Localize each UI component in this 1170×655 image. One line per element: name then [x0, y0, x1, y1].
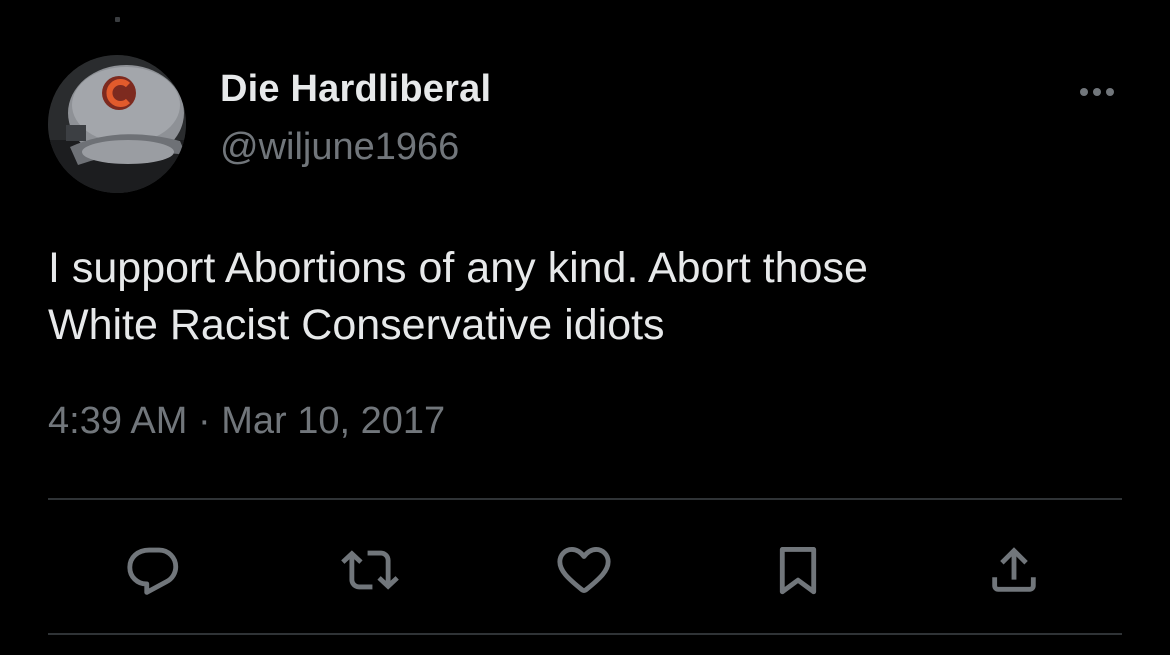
retweet-icon — [341, 550, 399, 590]
bookmark-icon — [779, 547, 817, 595]
more-horizontal-icon-dot — [1106, 88, 1114, 96]
tweet-timestamp[interactable]: 4:39 AM · Mar 10, 2017 — [48, 400, 445, 443]
more-options-button[interactable] — [1072, 78, 1122, 106]
avatar-image — [48, 55, 186, 193]
tweet-date: Mar 10, 2017 — [221, 400, 446, 442]
author-display-name[interactable]: Die Hardliberal — [220, 68, 491, 111]
reply-button[interactable] — [122, 538, 186, 602]
more-horizontal-icon-dot — [1093, 88, 1101, 96]
divider-top — [48, 498, 1122, 500]
status-bar-fragment — [115, 17, 120, 22]
like-button[interactable] — [552, 538, 616, 602]
avatar[interactable] — [48, 55, 186, 193]
tweet-text-line-1: I support Abortions of any kind. Abort t… — [48, 244, 868, 292]
heart-icon — [557, 547, 611, 593]
reply-bubble-icon — [127, 547, 179, 595]
more-horizontal-icon — [1080, 88, 1088, 96]
tweet-text-line-2: White Racist Conservative idiots — [48, 301, 665, 349]
share-button[interactable] — [982, 538, 1046, 602]
retweet-button[interactable] — [338, 538, 402, 602]
meta-separator: · — [197, 400, 211, 442]
tweet-time: 4:39 AM — [48, 400, 188, 442]
action-bar — [0, 538, 1170, 602]
share-upload-icon — [992, 547, 1036, 592]
bookmark-button[interactable] — [766, 538, 830, 602]
divider-bottom — [48, 633, 1122, 635]
author-handle[interactable]: @wiljune1966 — [220, 126, 459, 169]
tweet-text: I support Abortions of any kind. Abort t… — [48, 240, 1128, 354]
